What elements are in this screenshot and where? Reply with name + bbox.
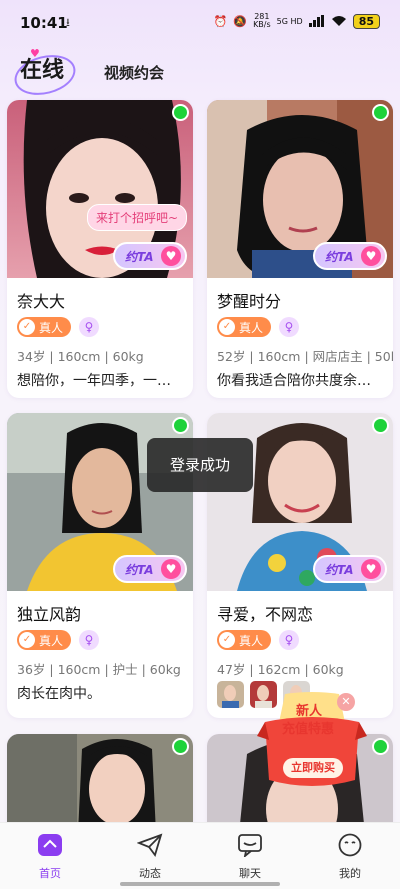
alarm-icon: ⏰ xyxy=(213,14,228,28)
female-icon: ♀ xyxy=(79,317,100,337)
bottom-navigation: 首页 动态 聊天 我的 xyxy=(0,822,400,889)
date-button-label: 约TA xyxy=(125,249,154,264)
verified-label: 真人 xyxy=(39,320,64,335)
signal-icon xyxy=(308,15,324,27)
date-button-label: 约TA xyxy=(325,249,354,264)
verified-label: 真人 xyxy=(239,633,264,648)
mute-icon: 🔕 xyxy=(233,14,248,28)
profile-meta: 34岁 | 160cm | 60kg xyxy=(17,349,144,364)
heart-icon: ♥ xyxy=(361,559,381,579)
date-button-label: 约TA xyxy=(325,562,354,577)
promo-widget[interactable]: 新人 充值特惠 ✕ 立即购买 xyxy=(255,692,369,788)
photo-thumbnail[interactable] xyxy=(217,681,244,708)
network-type: 5G HD xyxy=(276,16,303,26)
home-icon xyxy=(38,834,62,856)
date-button[interactable]: 约TA ♥ xyxy=(313,242,387,270)
home-indicator xyxy=(120,882,280,886)
online-status-dot xyxy=(172,738,189,755)
nav-moments[interactable]: 动态 xyxy=(120,833,180,881)
network-speed: 281 KB/s xyxy=(253,13,271,29)
verified-icon: ✓ xyxy=(219,632,235,648)
speed-unit: KB/s xyxy=(253,20,271,29)
badge-row: ✓ 真人 ♀ xyxy=(17,630,100,650)
online-status-dot xyxy=(372,738,389,755)
badge-row: ✓ 真人 ♀ xyxy=(217,317,300,337)
close-icon[interactable]: ✕ xyxy=(337,693,355,711)
online-status-dot xyxy=(372,417,389,434)
profile-description: 想陪你，一年四季，一… xyxy=(17,373,171,389)
status-icons: ⏰ 🔕 281 KB/s 5G HD 85 xyxy=(214,13,380,29)
female-icon: ♀ xyxy=(279,317,300,337)
badge-row: ✓ 真人 ♀ xyxy=(17,317,100,337)
heart-icon: ♥ xyxy=(361,246,381,266)
nav-profile[interactable]: 我的 xyxy=(320,833,380,881)
smiley-icon xyxy=(338,833,362,857)
profile-name: 独立风韵 xyxy=(17,605,82,624)
status-time: 10:41 xyxy=(20,14,68,32)
profile-description: 你看我适合陪你共度余… xyxy=(217,373,371,389)
online-status-dot xyxy=(172,417,189,434)
tab-video-date[interactable]: 视频约会 xyxy=(104,62,164,83)
profile-card[interactable]: 约TA ♥ 梦醒时分 ✓ 真人 ♀ 52岁 | 160cm | 网店店主 | 5… xyxy=(207,100,393,398)
wifi-icon xyxy=(331,16,346,26)
header-tabs: ♥ 在线 视频约会 xyxy=(0,44,400,101)
female-icon: ♀ xyxy=(79,630,100,650)
profile-meta: 36岁 | 160cm | 护士 | 60kg xyxy=(17,662,181,677)
toast-message: 登录成功 xyxy=(147,438,253,492)
nav-profile-label: 我的 xyxy=(339,867,361,880)
promo-line2: 充值特惠 xyxy=(282,722,335,737)
nav-home[interactable]: 首页 xyxy=(20,833,80,881)
profile-meta: 47岁 | 162cm | 60kg xyxy=(217,662,344,677)
date-button-label: 约TA xyxy=(125,562,154,577)
nav-moments-label: 动态 xyxy=(139,867,161,880)
online-status-dot xyxy=(172,104,189,121)
buy-now-button[interactable]: 立即购买 xyxy=(283,758,343,778)
nav-chat[interactable]: 聊天 xyxy=(220,833,280,881)
verified-badge: ✓ 真人 xyxy=(217,630,272,650)
profile-card[interactable]: 来打个招呼吧~ 约TA ♥ 奈大大 ✓ 真人 ♀ 34岁 | 160cm | 6… xyxy=(7,100,193,398)
nav-chat-label: 聊天 xyxy=(239,867,261,880)
verified-icon: ✓ xyxy=(219,319,235,335)
heart-icon: ♥ xyxy=(161,246,181,266)
tab-online[interactable]: 在线 xyxy=(20,52,64,84)
paper-plane-icon xyxy=(136,833,163,857)
verified-badge: ✓ 真人 xyxy=(17,317,72,337)
profile-name: 寻爱，不网恋 xyxy=(217,605,314,624)
chat-icon xyxy=(238,834,262,859)
status-bar: 10:41 ⭳ ⏰ 🔕 281 KB/s 5G HD 85 xyxy=(0,0,400,44)
verified-icon: ✓ xyxy=(19,632,35,648)
heart-icon: ♥ xyxy=(161,559,181,579)
verified-badge: ✓ 真人 xyxy=(217,317,272,337)
profile-description: 肉长在肉中。 xyxy=(17,686,101,702)
profile-name: 梦醒时分 xyxy=(217,292,282,311)
nav-home-label: 首页 xyxy=(39,867,61,880)
date-button[interactable]: 约TA ♥ xyxy=(113,555,187,583)
verified-label: 真人 xyxy=(239,320,264,335)
date-button[interactable]: 约TA ♥ xyxy=(313,555,387,583)
download-icon: ⭳ xyxy=(66,16,70,29)
profile-meta: 52岁 | 160cm | 网店店主 | 50k xyxy=(217,349,393,364)
verified-label: 真人 xyxy=(39,633,64,648)
online-status-dot xyxy=(372,104,389,121)
battery-indicator: 85 xyxy=(352,13,380,29)
promo-line1: 新人 xyxy=(296,704,323,719)
badge-row: ✓ 真人 ♀ xyxy=(217,630,300,650)
date-button[interactable]: 约TA ♥ xyxy=(113,242,187,270)
verified-badge: ✓ 真人 xyxy=(17,630,72,650)
greeting-bubble[interactable]: 来打个招呼吧~ xyxy=(86,204,187,231)
profile-name: 奈大大 xyxy=(17,292,66,311)
female-icon: ♀ xyxy=(279,630,300,650)
verified-icon: ✓ xyxy=(19,319,35,335)
